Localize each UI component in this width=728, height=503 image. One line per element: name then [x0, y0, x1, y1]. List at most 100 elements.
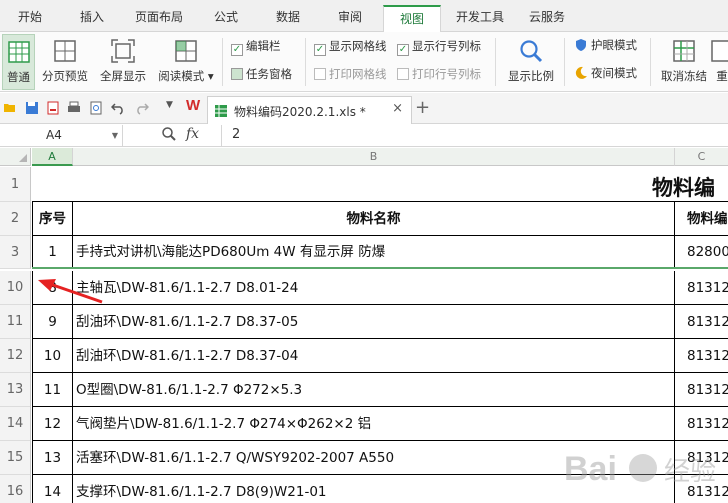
ribbon-separator	[650, 38, 651, 86]
cell-material-name[interactable]: 手持式对讲机\海能达PD680Um 4W 有显示屏 防爆	[73, 236, 675, 269]
moon-icon	[575, 66, 587, 79]
split-label: 重	[716, 69, 728, 83]
tab-data[interactable]: 数据	[265, 5, 311, 32]
print-preview-icon[interactable]	[89, 101, 103, 115]
ribbon-separator	[564, 38, 565, 86]
cell-material-code[interactable]: 81312	[675, 339, 728, 373]
cell-material-code[interactable]: 81312	[675, 373, 728, 407]
fx-icon[interactable]: fx	[186, 126, 199, 142]
close-tab-icon[interactable]: ×	[392, 101, 403, 116]
checkbox-icon	[397, 68, 409, 80]
tab-page-layout[interactable]: 页面布局	[126, 5, 192, 32]
cell-material-name[interactable]: 刮油环\DW-81.6/1.1-2.7 D8.37-04	[73, 339, 675, 373]
header-cell-code[interactable]: 物料编	[675, 202, 728, 236]
tab-developer[interactable]: 开发工具	[450, 5, 510, 32]
undo-icon[interactable]	[111, 101, 125, 115]
title-cell[interactable]	[32, 167, 728, 202]
print-gridlines-checkbox[interactable]: 打印网格线	[314, 66, 387, 82]
open-folder-icon[interactable]	[3, 101, 17, 115]
cell-material-name[interactable]: 主轴瓦\DW-81.6/1.1-2.7 D8.01-24	[73, 271, 675, 305]
row-header[interactable]: 11	[0, 305, 31, 339]
row-header[interactable]: 13	[0, 373, 31, 407]
column-header-b[interactable]: B	[73, 148, 675, 166]
cell-material-code[interactable]: 81312	[675, 441, 728, 475]
show-gridlines-checkbox[interactable]: ✓ 显示网格线	[314, 38, 387, 56]
cell-material-code[interactable]: 81312	[675, 475, 728, 503]
split-button[interactable]: 重	[711, 34, 728, 90]
task-pane-checkbox[interactable]: 任务窗格	[231, 66, 292, 82]
row-header[interactable]: 15	[0, 441, 31, 475]
spreadsheet-file-icon	[215, 105, 227, 117]
tab-review[interactable]: 审阅	[327, 5, 373, 32]
split-icon	[711, 40, 728, 62]
header-cell-no[interactable]: 序号	[32, 202, 73, 236]
show-headers-checkbox[interactable]: ✓ 显示行号列标	[397, 38, 481, 56]
tab-formulas[interactable]: 公式	[204, 5, 248, 32]
chevron-down-icon[interactable]: ▼	[112, 125, 118, 146]
normal-view-button[interactable]: 普通	[2, 34, 35, 90]
print-icon[interactable]	[67, 101, 81, 115]
row-header[interactable]: 14	[0, 407, 31, 441]
cell-material-code[interactable]: 81312	[675, 407, 728, 441]
cell-no[interactable]: 14	[32, 475, 73, 503]
page-break-preview-button[interactable]: 分页预览	[39, 34, 91, 90]
cell-no[interactable]: 9	[32, 305, 73, 339]
cell-no[interactable]: 12	[32, 407, 73, 441]
zoom-label: 显示比例	[508, 69, 554, 83]
row-header[interactable]: 10	[0, 271, 31, 305]
cell-material-code[interactable]: 82800	[675, 236, 728, 269]
fullscreen-button[interactable]: 全屏显示	[96, 34, 150, 90]
cell-no[interactable]: 13	[32, 441, 73, 475]
column-header-c[interactable]: C	[675, 148, 728, 166]
tab-home[interactable]: 开始	[6, 5, 54, 32]
name-box[interactable]: A4 ▼	[0, 125, 123, 146]
freeze-panes-icon	[673, 40, 695, 62]
column-header-a[interactable]: A	[32, 148, 73, 166]
document-tab[interactable]: 物料编码2020.2.1.xls * ×	[207, 96, 412, 124]
cell-material-name[interactable]: O型圈\DW-81.6/1.1-2.7 Φ272×5.3	[73, 373, 675, 407]
cell-material-code[interactable]: 81312	[675, 305, 728, 339]
wps-logo-icon: W	[186, 97, 201, 114]
header-cell-name[interactable]: 物料名称	[73, 202, 675, 236]
formula-bar: A4 ▼ fx 2	[0, 124, 728, 147]
checkmark-icon: ✓	[231, 44, 243, 56]
search-icon[interactable]	[161, 126, 177, 142]
cell-material-name[interactable]: 支撑环\DW-81.6/1.1-2.7 D8(9)W21-01	[73, 475, 675, 503]
cell-no[interactable]: 10	[32, 339, 73, 373]
eye-protection-button[interactable]: 护眼模式	[574, 36, 637, 54]
edit-bar-checkbox[interactable]: ✓ 编辑栏	[231, 38, 281, 56]
fullscreen-icon	[111, 39, 135, 63]
cell-material-name[interactable]: 活塞环\DW-81.6/1.1-2.7 Q/WSY9202-2007 A550	[73, 441, 675, 475]
name-box-value: A4	[46, 128, 62, 142]
save-icon[interactable]	[25, 101, 39, 115]
new-tab-icon[interactable]: +	[415, 97, 430, 118]
zoom-button[interactable]: 显示比例	[503, 34, 559, 90]
cell-no[interactable]: 1	[32, 236, 73, 269]
formula-input[interactable]: 2	[232, 127, 240, 142]
cell-material-name[interactable]: 气阀垫片\DW-81.6/1.1-2.7 Φ274×Φ262×2 铝	[73, 407, 675, 441]
unfreeze-button[interactable]: 取消冻结	[656, 34, 712, 90]
task-pane-label: 任务窗格	[246, 67, 292, 81]
select-all-corner[interactable]	[0, 148, 31, 166]
cell-material-name[interactable]: 刮油环\DW-81.6/1.1-2.7 D8.37-05	[73, 305, 675, 339]
tab-view[interactable]: 视图	[383, 5, 441, 33]
redo-icon[interactable]	[135, 101, 149, 115]
tab-cloud[interactable]: 云服务	[522, 5, 572, 32]
row-header[interactable]: 1	[0, 167, 31, 202]
row-header[interactable]: 2	[0, 202, 31, 236]
cell-material-code[interactable]: 81312	[675, 271, 728, 305]
print-headers-checkbox[interactable]: 打印行号列标	[397, 66, 481, 82]
row-header[interactable]: 3	[0, 236, 31, 269]
export-pdf-icon[interactable]	[46, 101, 60, 115]
night-mode-button[interactable]: 夜间模式	[574, 64, 637, 82]
row-header[interactable]: 16	[0, 475, 31, 503]
cell-no[interactable]: 11	[32, 373, 73, 407]
reading-mode-text: 阅读模式	[158, 69, 205, 83]
tab-insert[interactable]: 插入	[68, 5, 116, 32]
print-headers-label: 打印行号列标	[412, 67, 481, 81]
dropdown-arrow-icon[interactable]: ▼	[166, 100, 173, 110]
normal-view-label: 普通	[7, 70, 30, 84]
row-header[interactable]: 12	[0, 339, 31, 373]
freeze-pane-line	[32, 267, 728, 269]
reading-mode-button[interactable]: 阅读模式 ▾	[155, 34, 217, 90]
